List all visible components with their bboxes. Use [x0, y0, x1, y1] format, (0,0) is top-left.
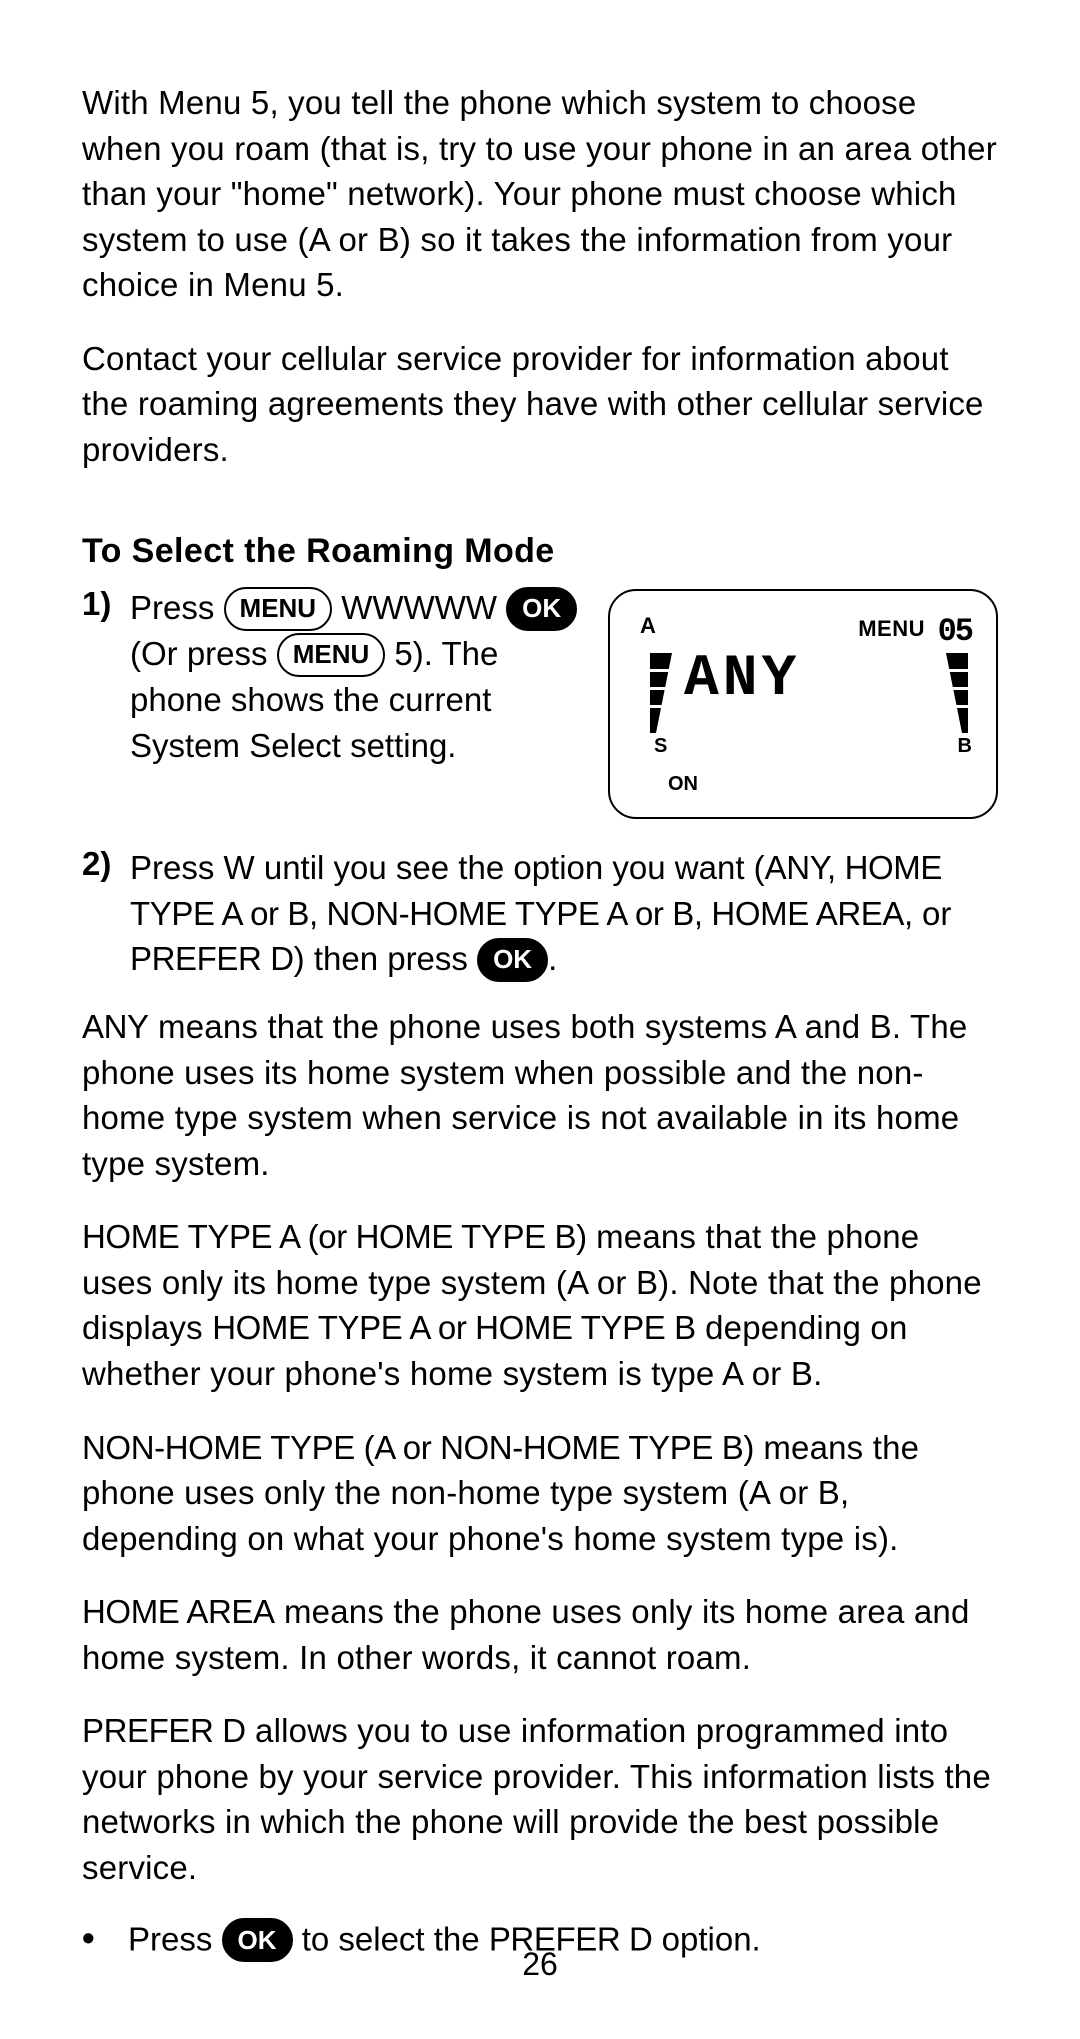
- step-body: Press MENU WWWWW OK (Or press MENU 5). T…: [130, 585, 578, 768]
- lcd-menu-text: MENU: [858, 616, 925, 641]
- lcd-menu-number: 05: [938, 613, 972, 650]
- step-body: Press W until you see the option you wan…: [130, 845, 998, 982]
- nonhome-description: NON-HOME TYPE (A or NON-HOME TYPE B) mea…: [82, 1425, 998, 1562]
- lcd-sb-row: S B: [654, 735, 972, 758]
- step-number: 2): [82, 845, 130, 982]
- text: ) then press: [294, 940, 477, 977]
- any-description: ANY means that the phone uses both syste…: [82, 1004, 998, 1186]
- text: Press W until you see the option you wan…: [130, 849, 765, 886]
- option-label: PREFER D: [130, 940, 294, 977]
- option-label: HOME AREA: [82, 1593, 275, 1630]
- step-2: 2) Press W until you see the option you …: [82, 845, 998, 982]
- intro-paragraph-2: Contact your cellular service provider f…: [82, 336, 998, 473]
- lcd-indicator-b: B: [958, 735, 972, 758]
- intro-paragraph-1: With Menu 5, you tell the phone which sy…: [82, 80, 998, 308]
- manual-page: With Menu 5, you tell the phone which sy…: [0, 0, 1080, 2039]
- option-label: PREFER D: [82, 1712, 246, 1749]
- lcd-indicator-a: A: [640, 613, 656, 650]
- preferd-description: PREFER D allows you to use information p…: [82, 1708, 998, 1890]
- text: (Or press: [130, 635, 277, 672]
- option-label: NON-HOME TYPE (A or NON-HOME TYPE B): [82, 1429, 754, 1466]
- lcd-menu-label: MENU 05: [858, 613, 972, 650]
- lcd-indicator-s: S: [654, 735, 667, 758]
- text: or: [913, 895, 952, 932]
- signal-bars-right-icon: [946, 653, 968, 733]
- signal-bars-left-icon: [650, 653, 672, 733]
- page-number: 26: [82, 1946, 998, 1983]
- text: .: [548, 940, 557, 977]
- text: WWWWW: [341, 589, 506, 626]
- homearea-description: HOME AREA means the phone uses only its …: [82, 1589, 998, 1680]
- step-1: 1) Press MENU WWWWW OK (Or press MENU 5)…: [82, 585, 578, 768]
- text: means that the phone uses both systems A…: [82, 1008, 967, 1182]
- section-heading: To Select the Roaming Mode: [82, 532, 998, 571]
- ok-button-icon: OK: [477, 938, 548, 982]
- menu-button-icon: MENU: [224, 587, 333, 631]
- option-label: ANY: [82, 1008, 149, 1045]
- ok-button-icon: OK: [506, 587, 577, 631]
- hometype-description: HOME TYPE A (or HOME TYPE B) means that …: [82, 1214, 998, 1396]
- option-label: HOME TYPE A or HOME TYPE B: [212, 1309, 696, 1346]
- step-number: 1): [82, 585, 130, 768]
- menu-button-icon: MENU: [277, 633, 386, 677]
- phone-lcd-illustration: A MENU 05 ANY S B: [608, 589, 998, 819]
- option-label: HOME TYPE A (or HOME TYPE B): [82, 1218, 587, 1255]
- lcd-indicator-on: ON: [668, 773, 698, 796]
- text: Press: [130, 589, 224, 626]
- lcd-main-text: ANY: [684, 647, 800, 712]
- lcd-top-row: A MENU 05: [640, 613, 972, 650]
